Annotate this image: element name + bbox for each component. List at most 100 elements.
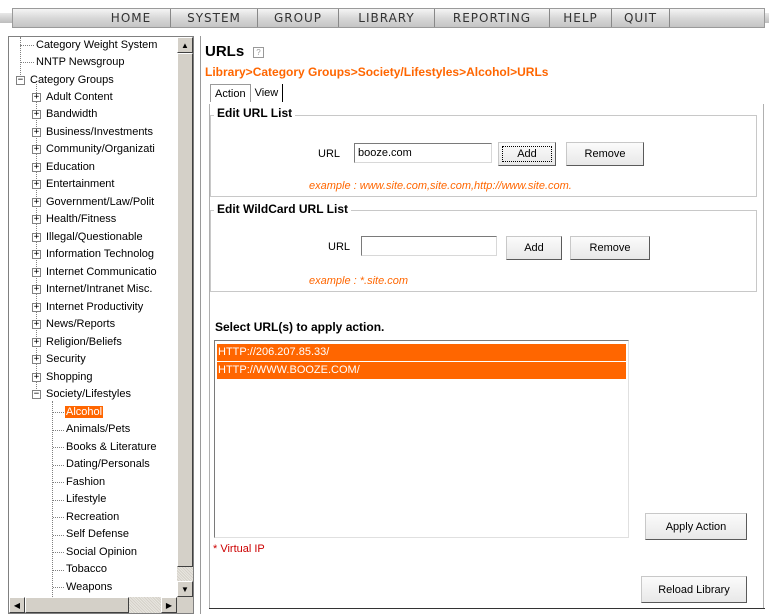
- collapse-icon[interactable]: −: [16, 76, 25, 85]
- tree-item-community-organization[interactable]: Community/Organizati: [45, 141, 156, 158]
- tree-item-education[interactable]: Education: [45, 159, 96, 176]
- edit-url-legend: Edit URL List: [214, 106, 296, 120]
- tree-item-label: Internet Productivity: [46, 301, 144, 313]
- tree-item-illegal-questionable[interactable]: Illegal/Questionable: [45, 229, 144, 246]
- scroll-left-button[interactable]: ◀: [9, 597, 25, 613]
- tree-item-label: Community/Organizati: [46, 143, 155, 155]
- expand-icon[interactable]: +: [32, 128, 41, 137]
- nav-reporting[interactable]: REPORTING: [435, 9, 550, 27]
- remove-url-button[interactable]: Remove: [566, 142, 644, 166]
- tree-item-religion-beliefs[interactable]: Religion/Beliefs: [45, 334, 123, 351]
- tree-item-bandwidth[interactable]: Bandwidth: [45, 106, 98, 123]
- tree-item-news-reports[interactable]: News/Reports: [45, 316, 116, 333]
- tree-item-alcohol[interactable]: Alcohol: [65, 404, 104, 421]
- tree-connector: [53, 517, 64, 518]
- tree-item-internet-intranet-misc[interactable]: Internet/Intranet Misc.: [45, 281, 153, 298]
- tree-item-weapons[interactable]: Weapons: [65, 579, 113, 596]
- tree-item-label: Animals/Pets: [66, 423, 131, 435]
- nav-group[interactable]: GROUP: [258, 9, 339, 27]
- tree-item-animals-pets[interactable]: Animals/Pets: [65, 421, 131, 438]
- tree-item-health-fitness[interactable]: Health/Fitness: [45, 211, 117, 228]
- tree-connector: [53, 552, 64, 553]
- expand-icon[interactable]: +: [32, 303, 41, 312]
- tree-item-government-law-politics[interactable]: Government/Law/Polit: [45, 194, 155, 211]
- help-icon[interactable]: ?: [253, 47, 264, 58]
- expand-icon[interactable]: +: [32, 198, 41, 207]
- tree-item-books-literature[interactable]: Books & Literature: [65, 439, 158, 456]
- tree-item-fashion[interactable]: Fashion: [65, 474, 106, 491]
- tree-item-adult-content[interactable]: Adult Content: [45, 89, 114, 106]
- expand-icon[interactable]: +: [32, 145, 41, 154]
- panel-divider: [200, 36, 201, 614]
- tree-item-label: NNTP Newsgroup: [36, 56, 125, 68]
- expand-icon[interactable]: +: [32, 355, 41, 364]
- tab-view[interactable]: View: [251, 84, 284, 102]
- tree-item-information-technology[interactable]: Information Technolog: [45, 246, 155, 263]
- tree-item-entertainment[interactable]: Entertainment: [45, 176, 115, 193]
- reload-library-button[interactable]: Reload Library: [641, 576, 747, 603]
- remove-wildcard-button[interactable]: Remove: [570, 236, 650, 260]
- expand-icon[interactable]: +: [32, 180, 41, 189]
- apply-action-button[interactable]: Apply Action: [645, 513, 747, 540]
- expand-icon[interactable]: +: [32, 285, 41, 294]
- scroll-up-button[interactable]: ▲: [177, 37, 193, 53]
- add-url-button[interactable]: Add: [498, 142, 556, 166]
- tree-item-category-weight-system[interactable]: Category Weight System: [35, 37, 158, 54]
- tree-connector: [53, 412, 64, 413]
- collapse-icon[interactable]: −: [32, 390, 41, 399]
- expand-icon[interactable]: +: [32, 233, 41, 242]
- tree-item-label: Dating/Personals: [66, 458, 150, 470]
- tree-connector: [20, 62, 34, 63]
- tree-item-lifestyle[interactable]: Lifestyle: [65, 491, 107, 508]
- tree-item-shopping[interactable]: Shopping: [45, 369, 94, 386]
- url-list-item[interactable]: HTTP://206.207.85.33/: [217, 344, 626, 361]
- tree-item-tobacco[interactable]: Tobacco: [65, 561, 108, 578]
- url-example-hint: example : www.site.com,site.com,http://w…: [309, 180, 572, 192]
- nav-system[interactable]: SYSTEM: [171, 9, 258, 27]
- nav-quit[interactable]: QUIT: [612, 9, 670, 27]
- expand-icon[interactable]: +: [32, 268, 41, 277]
- tree-item-dating-personals[interactable]: Dating/Personals: [65, 456, 151, 473]
- scrollbar-thumb[interactable]: [25, 597, 129, 613]
- expand-icon[interactable]: +: [32, 163, 41, 172]
- tree-item-label: Weapons: [66, 581, 113, 593]
- tree-item-label: Social Opinion: [66, 546, 137, 558]
- nav-library[interactable]: LIBRARY: [339, 9, 435, 27]
- expand-icon[interactable]: +: [32, 338, 41, 347]
- tree-connector: [53, 465, 64, 466]
- tab-action[interactable]: Action: [210, 84, 251, 102]
- expand-icon[interactable]: +: [32, 320, 41, 329]
- arrow-left-icon: ◀: [13, 600, 21, 610]
- tree-item-self-defense[interactable]: Self Defense: [65, 526, 130, 543]
- tree-connector: [53, 482, 64, 483]
- tree-item-nntp-newsgroup[interactable]: NNTP Newsgroup: [35, 54, 125, 71]
- expand-icon[interactable]: +: [32, 93, 41, 102]
- tree-horizontal-scrollbar[interactable]: ◀ ▶: [9, 597, 177, 613]
- tree-item-label: Books & Literature: [66, 441, 157, 453]
- tree-item-internet-communication[interactable]: Internet Communicatio: [45, 264, 158, 281]
- tree-item-recreation[interactable]: Recreation: [65, 509, 120, 526]
- tree-item-social-opinion[interactable]: Social Opinion: [65, 544, 138, 561]
- tree-item-society-lifestyles[interactable]: Society/Lifestyles: [45, 386, 132, 403]
- url-input[interactable]: [354, 143, 492, 163]
- expand-icon[interactable]: +: [32, 373, 41, 382]
- scroll-down-button[interactable]: ▼: [177, 581, 193, 597]
- url-listbox[interactable]: HTTP://206.207.85.33/ HTTP://WWW.BOOZE.C…: [214, 340, 629, 538]
- expand-icon[interactable]: +: [32, 110, 41, 119]
- add-wildcard-button[interactable]: Add: [506, 236, 562, 260]
- tree-vertical-scrollbar[interactable]: ▲ ▼: [177, 37, 193, 597]
- tree-item-internet-productivity[interactable]: Internet Productivity: [45, 299, 144, 316]
- url-list-item[interactable]: HTTP://WWW.BOOZE.COM/: [217, 362, 626, 379]
- scrollbar-thumb[interactable]: [177, 53, 193, 567]
- tree-item-label: Internet/Intranet Misc.: [46, 283, 153, 295]
- tree-item-business-investments[interactable]: Business/Investments: [45, 124, 154, 141]
- expand-icon[interactable]: +: [32, 215, 41, 224]
- scroll-right-button[interactable]: ▶: [161, 597, 177, 613]
- tree-item-label: Self Defense: [66, 528, 129, 540]
- tree-item-category-groups[interactable]: Category Groups: [29, 72, 115, 89]
- tree-item-security[interactable]: Security: [45, 351, 87, 368]
- wildcard-url-input[interactable]: [361, 236, 497, 256]
- nav-home[interactable]: HOME: [92, 9, 171, 27]
- expand-icon[interactable]: +: [32, 250, 41, 259]
- nav-help[interactable]: HELP: [550, 9, 612, 27]
